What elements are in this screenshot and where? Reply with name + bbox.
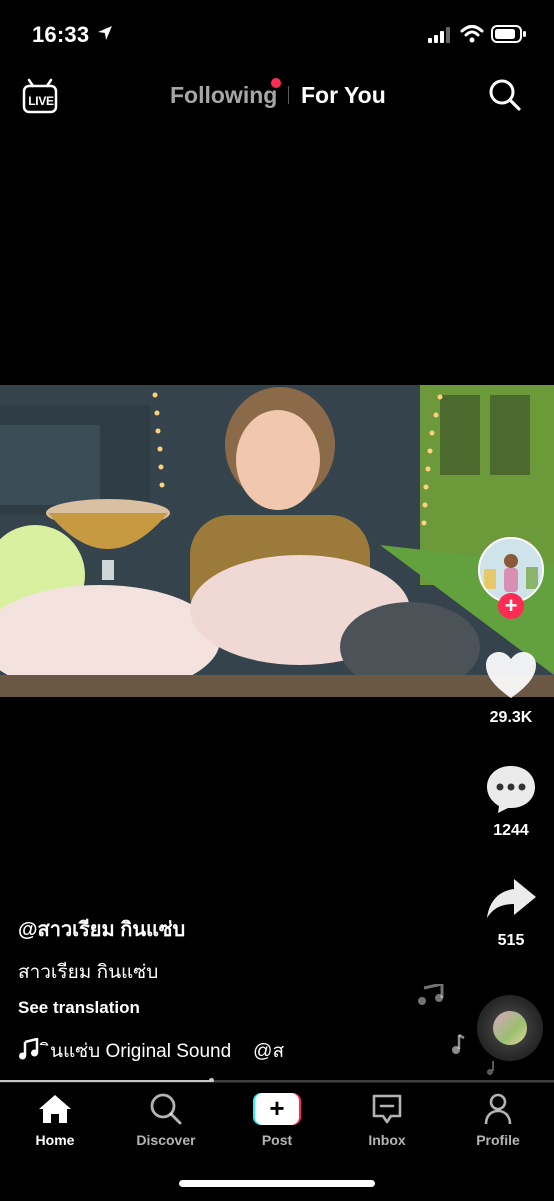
- tab-home-label: Home: [35, 1132, 75, 1148]
- music-note-icon: [486, 1060, 498, 1081]
- profile-icon: [481, 1093, 515, 1129]
- search-icon[interactable]: [488, 78, 522, 117]
- tab-post[interactable]: + Post: [232, 1093, 322, 1148]
- top-nav: LIVE Following For You: [0, 70, 554, 120]
- following-notification-dot: [271, 78, 281, 88]
- sound-trail: @ส: [253, 1041, 285, 1062]
- tab-discover-label: Discover: [136, 1132, 196, 1148]
- comment-button[interactable]: 1244: [471, 763, 551, 840]
- music-note-icon: [451, 1033, 465, 1060]
- creator-avatar-wrap[interactable]: +: [478, 537, 544, 619]
- sound-ticker[interactable]: ินแซ่บ Original Sound @ส: [18, 1036, 308, 1062]
- tab-following[interactable]: Following: [170, 82, 277, 109]
- live-label: LIVE: [28, 94, 54, 108]
- comment-count: 1244: [493, 822, 529, 839]
- tab-profile-label: Profile: [476, 1132, 520, 1148]
- sound-title: ินแซ่บ Original Sound: [50, 1041, 232, 1062]
- heart-icon: [484, 652, 538, 704]
- video-description: สาวเรียม กินแซ่บ: [18, 962, 159, 983]
- home-indicator: [179, 1180, 375, 1187]
- tab-discover[interactable]: Discover: [121, 1093, 211, 1148]
- battery-icon: [491, 24, 527, 49]
- tab-profile[interactable]: Profile: [453, 1093, 543, 1148]
- like-button[interactable]: 29.3K: [471, 650, 551, 727]
- tab-for-you[interactable]: For You: [301, 82, 386, 109]
- follow-button[interactable]: +: [498, 593, 524, 619]
- creator-username[interactable]: @สาวเรียม กินแซ่บ: [18, 913, 185, 945]
- location-arrow-icon: [96, 24, 114, 47]
- see-translation-link[interactable]: See translation: [18, 998, 140, 1018]
- tab-home[interactable]: Home: [10, 1093, 100, 1148]
- search-icon: [149, 1093, 183, 1129]
- tab-inbox[interactable]: Inbox: [342, 1093, 432, 1148]
- home-icon: [37, 1095, 73, 1129]
- share-arrow-icon: [484, 879, 538, 927]
- wifi-icon: [460, 24, 484, 49]
- signal-icon: [428, 26, 454, 49]
- sound-disc[interactable]: [477, 995, 543, 1061]
- tab-divider: [288, 86, 289, 104]
- inbox-icon: [370, 1094, 404, 1129]
- tab-inbox-label: Inbox: [368, 1132, 406, 1148]
- status-time: 16:33: [32, 22, 90, 47]
- live-icon[interactable]: LIVE: [22, 76, 58, 119]
- plus-icon: +: [255, 1093, 299, 1125]
- share-count: 515: [497, 932, 525, 949]
- post-button: +: [253, 1093, 301, 1125]
- sound-disc-cover: [493, 1011, 527, 1045]
- like-count: 29.3K: [489, 709, 533, 726]
- status-bar: 16:33: [0, 0, 554, 70]
- music-note-icon: [18, 1037, 40, 1062]
- share-button[interactable]: 515: [471, 875, 551, 950]
- music-note-icon: [416, 982, 446, 1011]
- comment-bubble-icon: [484, 766, 538, 817]
- tab-post-label: Post: [261, 1132, 293, 1148]
